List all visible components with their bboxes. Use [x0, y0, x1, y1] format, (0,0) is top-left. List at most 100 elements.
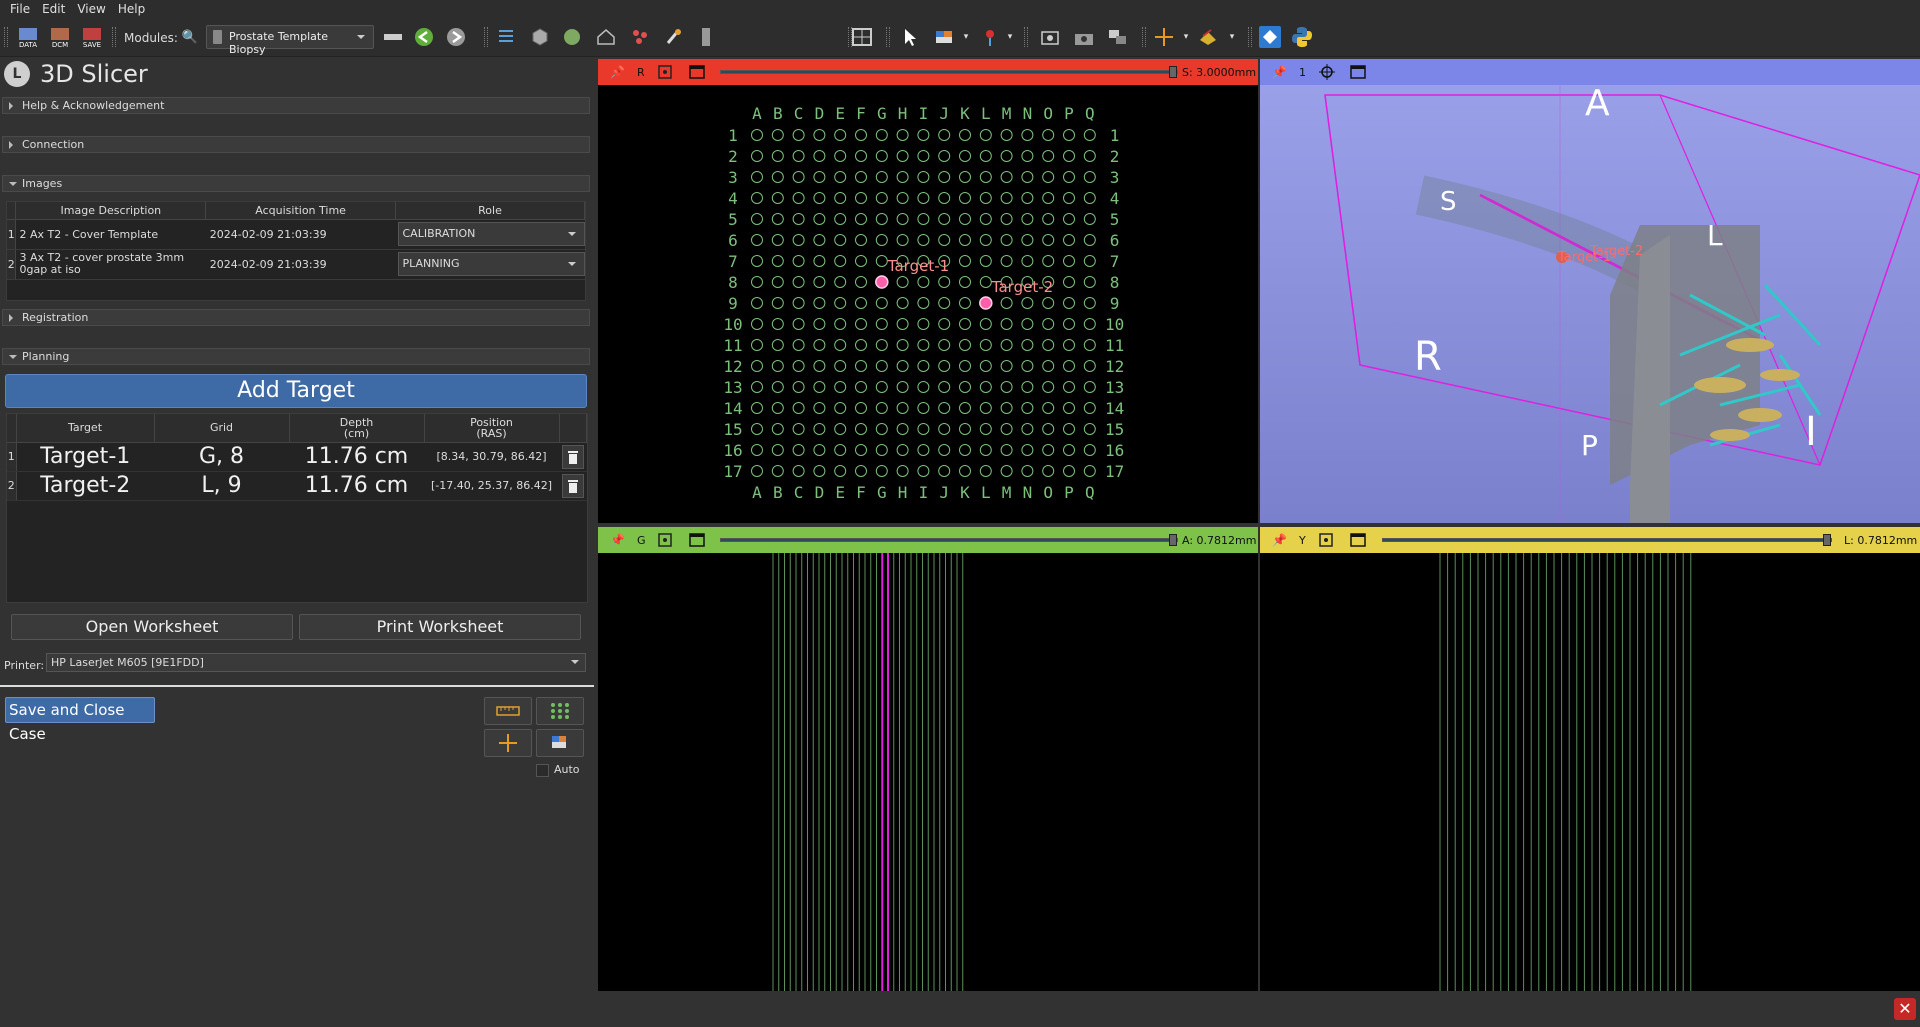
menu-edit[interactable]: Edit [42, 2, 65, 16]
grid-hole [979, 276, 992, 288]
col-depth[interactable]: Depth (cm) [289, 414, 425, 443]
target-marker[interactable] [979, 296, 993, 310]
layout-button[interactable] [850, 25, 874, 49]
menu-help[interactable]: Help [118, 2, 145, 16]
col-acquisition-time[interactable]: Acquisition Time [205, 202, 396, 220]
add-target-button[interactable]: Add Target [5, 374, 587, 408]
open-worksheet-button[interactable]: Open Worksheet [11, 614, 293, 640]
pin-icon[interactable]: 📌 [1272, 65, 1287, 79]
maximize-view-icon[interactable] [689, 533, 706, 547]
table-row[interactable]: 2 Target-2 L, 9 11.76 cm [-17.40, 25.37,… [7, 471, 587, 501]
module-search-icon[interactable]: 🔍 [178, 25, 202, 49]
green-slice-view[interactable] [598, 553, 1258, 991]
capture-button[interactable] [1106, 25, 1130, 49]
markups-button[interactable] [628, 25, 652, 49]
link-icon[interactable] [657, 532, 673, 548]
extension-button[interactable] [694, 25, 718, 49]
data-module-button[interactable] [494, 25, 518, 49]
toolbar-grip[interactable] [1024, 27, 1028, 47]
mouse-mode-button[interactable] [898, 25, 922, 49]
target-marker[interactable] [875, 275, 889, 289]
crosshair-tool-button[interactable] [484, 729, 532, 757]
table-row[interactable]: 1 Target-1 G, 8 11.76 cm [8.34, 30.79, 8… [7, 442, 587, 472]
col-grid[interactable]: Grid [154, 414, 290, 443]
slider-handle[interactable] [1169, 66, 1177, 78]
section-help[interactable]: Help & Acknowledgement [2, 97, 590, 114]
pin-icon[interactable]: 📌 [610, 65, 625, 79]
threed-view[interactable]: Target-1 Target-2 A S L R P I [1260, 85, 1920, 523]
ruler-tool-button[interactable] [484, 697, 532, 725]
role-select[interactable]: CALIBRATION [397, 222, 585, 246]
auto-checkbox[interactable] [536, 764, 549, 777]
segment-editor-button[interactable] [662, 25, 686, 49]
col-position[interactable]: Position (RAS) [424, 414, 560, 443]
crosshair-dropdown[interactable]: ▾ [1174, 25, 1198, 49]
delete-target-button[interactable] [561, 473, 584, 498]
back-button[interactable] [412, 25, 436, 49]
grid-toggle-button[interactable] [536, 697, 584, 725]
save-button[interactable]: SAVE [80, 25, 104, 49]
link-icon[interactable] [1318, 532, 1334, 548]
models-button[interactable] [560, 25, 584, 49]
module-history-button[interactable] [382, 25, 406, 49]
module-selector[interactable]: Prostate Template Biopsy [206, 25, 374, 56]
screenshot-button[interactable] [1038, 25, 1062, 49]
view-link-button[interactable] [1196, 25, 1220, 49]
section-planning[interactable]: Planning [2, 348, 590, 365]
dicom-button[interactable]: DCM [48, 25, 72, 49]
volumes-button[interactable] [528, 25, 552, 49]
toolbar-grip[interactable] [886, 27, 890, 47]
menu-file[interactable]: File [10, 2, 30, 16]
maximize-view-icon[interactable] [1349, 533, 1366, 547]
center-view-icon[interactable] [1318, 63, 1336, 81]
window-level-button[interactable] [932, 25, 956, 49]
orient-r-label: R [1414, 334, 1442, 380]
collapse-arrow-icon [9, 182, 17, 190]
maximize-view-icon[interactable] [688, 65, 705, 79]
crosshair-button[interactable] [1152, 25, 1176, 49]
table-row[interactable]: 1 2 Ax T2 - Cover Template 2024-02-09 21… [7, 219, 585, 250]
toolbar-grip[interactable] [112, 27, 116, 47]
slider-handle[interactable] [1169, 534, 1177, 546]
table-row[interactable]: 2 3 Ax T2 - cover prostate 3mm 0gap at i… [7, 249, 585, 280]
window-level-tool-button[interactable] [536, 729, 584, 757]
yellow-slice-view[interactable] [1260, 553, 1920, 991]
toolbar-grip[interactable] [1142, 27, 1146, 47]
history-icon [384, 34, 402, 40]
section-registration[interactable]: Registration [2, 309, 590, 326]
green-slice-slider[interactable] [720, 534, 1178, 546]
window-level-dropdown[interactable]: ▾ [954, 25, 978, 49]
pin-icon[interactable]: 📌 [1272, 533, 1287, 547]
red-slice-view[interactable]: AABBCCDDEEFFGGHHIIJJKKLLMMNNOOPPQQ112233… [598, 85, 1258, 523]
red-slice-slider[interactable] [720, 66, 1178, 78]
maximize-view-icon[interactable] [1350, 65, 1366, 79]
section-connection[interactable]: Connection [2, 136, 590, 153]
forward-button[interactable] [444, 25, 468, 49]
menu-view[interactable]: View [77, 2, 105, 16]
link-icon[interactable] [657, 64, 673, 80]
scene-view-button[interactable] [1072, 25, 1096, 49]
col-image-description[interactable]: Image Description [15, 202, 207, 220]
col-target[interactable]: Target [16, 414, 155, 443]
load-data-button[interactable]: DATA [16, 25, 40, 49]
fiducial-dropdown[interactable]: ▾ [998, 25, 1022, 49]
printer-select[interactable]: HP LaserJet M605 [9E1FDD] [46, 653, 586, 672]
section-images[interactable]: Images [2, 175, 590, 192]
delete-target-button[interactable] [561, 444, 584, 469]
toolbar-grip[interactable] [4, 27, 8, 47]
save-close-case-button[interactable]: Save and Close Case [5, 697, 155, 743]
pin-icon[interactable]: 📌 [610, 533, 625, 547]
view-link-dropdown[interactable]: ▾ [1220, 25, 1244, 49]
grid-row-label: 17 [723, 462, 742, 481]
python-console-button[interactable] [1290, 25, 1314, 49]
yellow-slice-slider[interactable] [1382, 534, 1832, 546]
extension-manager-button[interactable] [1258, 25, 1282, 49]
close-icon[interactable]: ✕ [1894, 998, 1916, 1020]
role-select[interactable]: PLANNING [397, 252, 585, 276]
toolbar-grip[interactable] [484, 27, 488, 47]
print-worksheet-button[interactable]: Print Worksheet [299, 614, 581, 640]
slider-handle[interactable] [1823, 534, 1831, 546]
col-role[interactable]: Role [395, 202, 585, 220]
toolbar-grip[interactable] [1248, 27, 1252, 47]
transforms-button[interactable] [594, 25, 618, 49]
